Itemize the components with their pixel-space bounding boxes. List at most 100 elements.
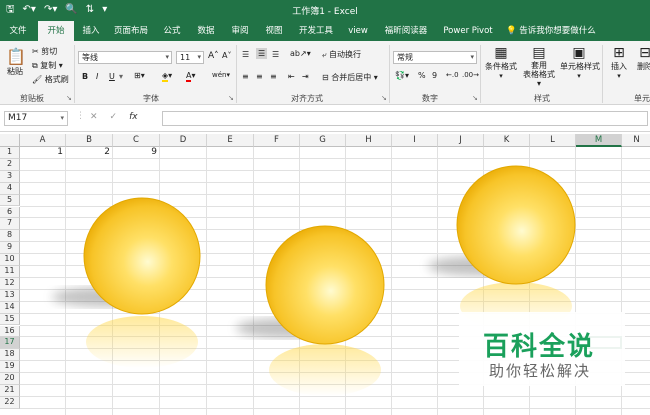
align-right-button[interactable]: ≡ — [270, 72, 277, 81]
sphere — [456, 165, 576, 285]
clipboard-icon: 📋 — [6, 47, 26, 66]
sphere-reflection — [269, 344, 381, 396]
font-name-select[interactable]: 等线 ▾ — [78, 51, 172, 64]
comma-style-button[interactable]: 9 — [432, 71, 437, 80]
watermark-title: 百科全说 — [483, 332, 596, 362]
increase-decimal-button[interactable]: ←.0 — [446, 71, 459, 79]
underline-button[interactable]: U — [109, 72, 115, 81]
name-box[interactable]: M17 ▾ — [4, 111, 68, 126]
alignment-group-label: 对齐方式 — [291, 94, 323, 103]
phonetic-icon: wén — [212, 71, 227, 79]
formula-input[interactable] — [162, 111, 648, 126]
merge-center-button[interactable]: ⊟ 合并后居中 ▾ — [322, 72, 378, 83]
accounting-format-button[interactable]: 💱▾ — [395, 71, 409, 80]
title-bar: 🖫 ↶▾ ↷▾ 🔍 ⇅ ▾ 工作簿1 - Excel — [0, 0, 650, 21]
shrink-font-button[interactable]: A˅ — [222, 51, 231, 60]
watermark-subtitle: 助你轻松解决 — [489, 362, 592, 380]
orientation-button[interactable]: ab↗▾ — [290, 49, 311, 58]
font-size-select[interactable]: 11 ▾ — [176, 51, 204, 64]
bold-button[interactable]: B — [82, 72, 88, 81]
tell-me[interactable]: 💡 告诉我你想要做什么 — [506, 21, 596, 41]
format-as-table-button[interactable]: ▤ 套用 表格格式▾ — [522, 45, 556, 88]
align-middle-button[interactable]: ☰ — [256, 48, 268, 59]
wrap-text-button[interactable]: ⤶ 自动换行 — [322, 49, 361, 60]
format-painter-button[interactable]: 🖌 格式刷 — [32, 74, 69, 85]
sphere-reflection — [86, 316, 198, 368]
formula-bar: M17 ▾ ⋮ ✕ ✓ fx — [0, 105, 650, 132]
window-title: 工作簿1 - Excel — [292, 7, 358, 17]
tab-review[interactable]: 审阅 — [226, 21, 254, 41]
increase-indent-button[interactable]: ⇥ — [302, 72, 309, 81]
font-color-button[interactable]: A▾ — [186, 71, 196, 82]
decrease-decimal-button[interactable]: .00→ — [462, 71, 479, 79]
delete-cells-icon: ⊟ — [639, 45, 650, 61]
align-left-icon: ≡ — [242, 72, 249, 81]
increase-indent-icon: ⇥ — [302, 72, 309, 81]
align-top-button[interactable]: ☰ — [242, 50, 249, 59]
cut-button[interactable]: ✂ 剪切 — [32, 46, 57, 57]
ribbon-tabs: 文件 开始 插入 页面布局 公式 数据 审阅 视图 开发工具 view 福昕阅读… — [0, 21, 650, 41]
copy-button[interactable]: ⧉ 复制 ▾ — [32, 60, 63, 71]
border-button[interactable]: ⊞▾ — [134, 71, 145, 80]
scissors-icon: ✂ — [32, 47, 39, 56]
percent-button[interactable]: % — [418, 71, 426, 80]
sphere — [83, 197, 201, 315]
insert-cells-button[interactable]: ⊞ 插入 ▾ — [608, 45, 630, 80]
decrease-indent-button[interactable]: ⇤ — [288, 72, 295, 81]
italic-button[interactable]: I — [96, 72, 98, 81]
decrease-decimal-icon: .00→ — [462, 71, 479, 79]
alignment-launcher-icon[interactable]: ↘ — [381, 94, 387, 102]
insert-function-icon[interactable]: fx — [129, 112, 138, 122]
align-bottom-button[interactable]: ☰ — [272, 50, 279, 59]
tab-formulas[interactable]: 公式 — [158, 21, 186, 41]
tab-file[interactable]: 文件 — [4, 21, 32, 41]
tab-insert[interactable]: 插入 — [78, 21, 104, 41]
align-bottom-icon: ☰ — [272, 50, 280, 59]
formula-bar-grip-icon: ⋮ — [76, 111, 85, 121]
number-launcher-icon[interactable]: ↘ — [472, 94, 478, 102]
enter-icon[interactable]: ✓ — [110, 112, 118, 122]
tab-developer[interactable]: 开发工具 — [294, 21, 338, 41]
currency-icon: 💱 — [395, 71, 405, 80]
insert-cells-icon: ⊞ — [613, 45, 625, 61]
align-center-button[interactable]: ≡ — [256, 72, 263, 81]
font-color-icon: A — [186, 71, 192, 82]
font-group-label: 字体 — [143, 94, 159, 103]
align-center-icon: ≡ — [256, 72, 263, 81]
tab-foxit[interactable]: 福昕阅读器 — [378, 21, 434, 41]
underline-dropdown-icon[interactable]: ▾ — [119, 72, 123, 81]
paste-button[interactable]: 📋 粘贴 — [6, 47, 26, 77]
clipboard-launcher-icon[interactable]: ↘ — [66, 94, 72, 102]
align-top-icon: ☰ — [242, 50, 250, 59]
table-icon: ▤ — [532, 45, 546, 61]
cell-styles-button[interactable]: ▣ 单元格样式 ▾ — [560, 45, 600, 80]
tab-home[interactable]: 开始 — [38, 21, 74, 41]
copy-icon: ⧉ — [32, 61, 38, 70]
ribbon: 📋 粘贴 ✂ 剪切 ⧉ 复制 ▾ 🖌 格式刷 剪贴板 ↘ 等线 ▾ 11 ▾ A˄ … — [0, 41, 650, 105]
align-left-button[interactable]: ≡ — [242, 72, 249, 81]
sphere — [265, 225, 385, 345]
conditional-format-button[interactable]: ▦ 条件格式 ▾ — [484, 45, 518, 80]
align-right-icon: ≡ — [270, 72, 277, 81]
phonetic-button[interactable]: wén▾ — [212, 71, 230, 79]
lightbulb-icon: 💡 — [506, 26, 517, 36]
tab-view-addin[interactable]: view — [344, 21, 372, 41]
number-format-select[interactable]: 常规 ▾ — [393, 51, 477, 64]
formula-bar-icons: ✕ ✓ fx — [90, 112, 138, 122]
tab-power-pivot[interactable]: Power Pivot — [440, 21, 496, 41]
orientation-icon: ab↗ — [290, 49, 307, 58]
watermark: 百科全说 助你轻松解决 — [459, 312, 625, 386]
cancel-icon[interactable]: ✕ — [90, 112, 98, 122]
border-icon: ⊞ — [134, 71, 141, 80]
increase-decimal-icon: ←.0 — [446, 71, 459, 79]
tab-data[interactable]: 数据 — [192, 21, 220, 41]
brush-icon: 🖌 — [32, 75, 43, 84]
fill-color-button[interactable]: ◈▾ — [162, 71, 172, 82]
tab-page-layout[interactable]: 页面布局 — [110, 21, 152, 41]
align-middle-icon: ☰ — [258, 49, 266, 58]
grow-font-button[interactable]: A˄ — [208, 51, 219, 61]
delete-cells-button[interactable]: ⊟ 删除 — [634, 45, 650, 72]
styles-group-label: 样式 — [534, 94, 550, 103]
tab-view[interactable]: 视图 — [260, 21, 288, 41]
font-launcher-icon[interactable]: ↘ — [228, 94, 234, 102]
